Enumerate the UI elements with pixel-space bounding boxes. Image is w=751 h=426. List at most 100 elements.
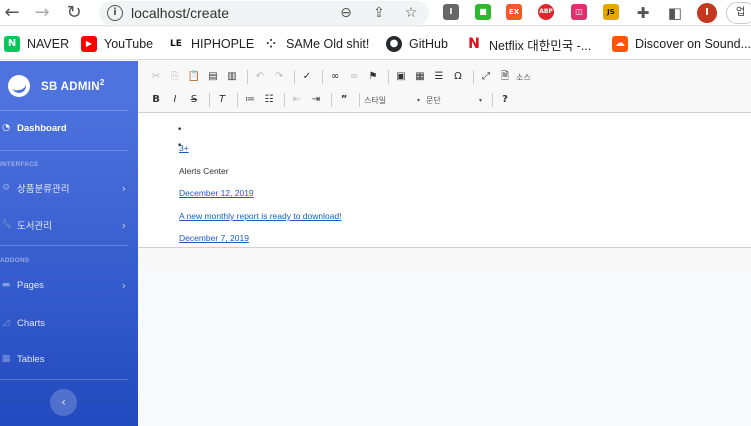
sidebar-item-dashboard[interactable]: ◔ Dashboard — [0, 113, 138, 143]
bookmark-naver[interactable]: N NAVER — [4, 35, 69, 53]
link-icon[interactable]: ∞ — [327, 69, 343, 85]
chevron-right-icon: › — [121, 279, 126, 292]
list-bullet: • — [177, 125, 183, 135]
extension-5-icon[interactable]: ◫ — [571, 4, 587, 20]
extensions-puzzle-icon[interactable]: ✚ — [632, 2, 654, 24]
bookmark-label: GitHub — [409, 37, 448, 51]
toolbar-separator — [237, 93, 238, 107]
bookmark-hiphople[interactable]: LE HIPHOPLE — [168, 35, 254, 53]
site-info-icon[interactable]: i — [107, 5, 123, 21]
help-icon[interactable]: ? — [497, 92, 513, 108]
github-icon: ● — [386, 36, 402, 52]
bookmark-youtube[interactable]: ▶ YouTube — [81, 35, 153, 53]
wrench-icon: 🔧 — [1, 220, 13, 230]
sidebar-item-label: 도서관리 — [17, 221, 52, 232]
numbered-list-icon[interactable]: ≔ — [242, 92, 258, 108]
toolbar-separator — [359, 93, 360, 107]
back-icon[interactable]: ← — [1, 2, 23, 24]
profile-avatar[interactable]: I — [697, 3, 717, 23]
bookmark-label: HIPHOPLE — [191, 37, 255, 51]
url-text[interactable]: localhost/create — [131, 5, 229, 21]
toolbar-separator — [284, 93, 285, 107]
format-dropdown[interactable]: 문단 ▾ — [426, 92, 482, 108]
unlink-icon[interactable]: ∞ — [346, 69, 362, 85]
extension-3-icon[interactable]: EX — [506, 4, 522, 20]
blockquote-icon[interactable]: ” — [336, 92, 352, 108]
bulleted-list-icon[interactable]: ☷ — [261, 92, 277, 108]
forward-icon[interactable]: → — [31, 2, 53, 24]
editor-content[interactable]: • • 3+ Alerts Center December 12, 2019 A… — [138, 113, 751, 247]
copy-icon[interactable]: ⎘ — [167, 69, 183, 85]
date-link-2[interactable]: December 7, 2019 — [179, 233, 249, 243]
dropdown-arrow-icon: ▾ — [478, 96, 482, 104]
sidebar-item-charts[interactable]: ◿ Charts — [0, 308, 138, 338]
laugh-wink-icon — [5, 72, 33, 99]
horizontal-rule-icon[interactable]: ☰ — [431, 69, 447, 85]
toolbar-separator — [388, 70, 389, 84]
side-panel-icon[interactable]: ◧ — [664, 2, 686, 24]
alerts-counter-link[interactable]: 3+ — [179, 143, 189, 153]
alerts-center-text: Alerts Center — [179, 166, 229, 176]
sidebar: SB ADMIN2 ◔ Dashboard INTERFACE ⚙ 상품분류관리… — [0, 61, 138, 426]
spellcheck-icon[interactable]: ✓ — [299, 69, 315, 85]
sidebar-item-category[interactable]: ⚙ 상품분류관리 › — [0, 173, 138, 203]
style-dropdown-label: 스타일 — [364, 95, 387, 105]
redo-icon[interactable]: ↷ — [271, 69, 287, 85]
youtube-icon: ▶ — [81, 36, 97, 52]
bookmark-label: Netflix 대한민국 -... — [489, 38, 592, 53]
sidebar-item-books[interactable]: 🔧 도서관리 › — [0, 210, 138, 240]
undo-icon[interactable]: ↶ — [252, 69, 268, 85]
style-dropdown[interactable]: 스타일 ▾ — [364, 92, 420, 108]
sidebar-item-tables[interactable]: ▦ Tables — [0, 344, 138, 374]
bookmark-label: NAVER — [27, 37, 70, 51]
bookmark-same[interactable]: ⁘ SAMe Old shit! — [263, 35, 369, 53]
special-char-icon[interactable]: Ω — [450, 69, 466, 85]
table-insert-icon[interactable]: ▦ — [412, 69, 428, 85]
sidebar-brand[interactable]: SB ADMIN2 — [0, 61, 138, 110]
bookmark-soundcloud[interactable]: ☁ Discover on Sound... — [612, 35, 751, 53]
bookmark-label: YouTube — [104, 37, 154, 51]
bookmark-netflix[interactable]: N Netflix 대한민국 -... — [466, 35, 591, 53]
anchor-icon[interactable]: ⚑ — [365, 69, 381, 85]
adblock-icon[interactable]: ABP — [538, 4, 554, 20]
extension-1-icon[interactable]: I — [443, 4, 459, 20]
outdent-icon[interactable]: ⇤ — [289, 92, 305, 108]
paste-icon[interactable]: 📋 — [186, 69, 202, 85]
bookmark-star-icon[interactable]: ☆ — [401, 3, 421, 23]
sidebar-item-pages[interactable]: ▬ Pages › — [0, 270, 138, 300]
brand-version: 2 — [99, 78, 105, 88]
chevron-right-icon: › — [121, 182, 126, 195]
bookmark-github[interactable]: ● GitHub — [386, 35, 448, 53]
bold-icon[interactable]: B — [148, 92, 164, 108]
paste-text-icon[interactable]: ▤ — [205, 69, 221, 85]
toolbar-separator — [473, 70, 474, 84]
share-icon[interactable]: ⇪ — [369, 3, 389, 23]
js-extension-icon[interactable]: JS — [603, 4, 619, 20]
image-icon[interactable]: ▣ — [393, 69, 409, 85]
extension-2-icon[interactable]: ■ — [475, 4, 491, 20]
remove-format-icon[interactable]: T — [214, 92, 230, 108]
editor-status-bar — [138, 247, 751, 268]
reload-icon[interactable]: ↻ — [63, 2, 85, 24]
sidebar-toggle-button[interactable]: ‹ — [50, 389, 77, 416]
brand-text: SB ADMIN2 — [41, 78, 105, 93]
italic-icon[interactable]: I — [167, 92, 183, 108]
same-icon: ⁘ — [263, 36, 279, 52]
maximize-icon[interactable]: ⤢ — [478, 69, 494, 85]
cut-icon[interactable]: ✂ — [148, 69, 164, 85]
sidebar-divider — [0, 110, 128, 111]
update-tab[interactable]: 업 — [726, 2, 751, 24]
paste-word-icon[interactable]: ▥ — [224, 69, 240, 85]
sidebar-item-label: 상품분류관리 — [17, 184, 70, 195]
zoom-icon[interactable]: ⊖ — [336, 3, 356, 23]
report-message-link[interactable]: A new monthly report is ready to downloa… — [179, 211, 342, 221]
rich-text-editor: ✂ ⎘ 📋 ▤ ▥ ↶ ↷ ✓ ∞ ∞ ⚑ ▣ ▦ ☰ Ω ⤢ 🗎 소스 B I… — [138, 61, 751, 268]
address-bar[interactable]: i localhost/create ⊖ ⇪ ☆ — [99, 1, 429, 25]
source-button[interactable]: 소스 — [516, 69, 531, 85]
soundcloud-icon: ☁ — [612, 36, 628, 52]
source-icon[interactable]: 🗎 — [497, 69, 513, 85]
date-link-1[interactable]: December 12, 2019 — [179, 188, 254, 198]
bookmarks-bar: N NAVER ▶ YouTube LE HIPHOPLE ⁘ SAMe Old… — [0, 27, 751, 60]
indent-icon[interactable]: ⇥ — [308, 92, 324, 108]
strikethrough-icon[interactable]: S — [186, 92, 202, 108]
